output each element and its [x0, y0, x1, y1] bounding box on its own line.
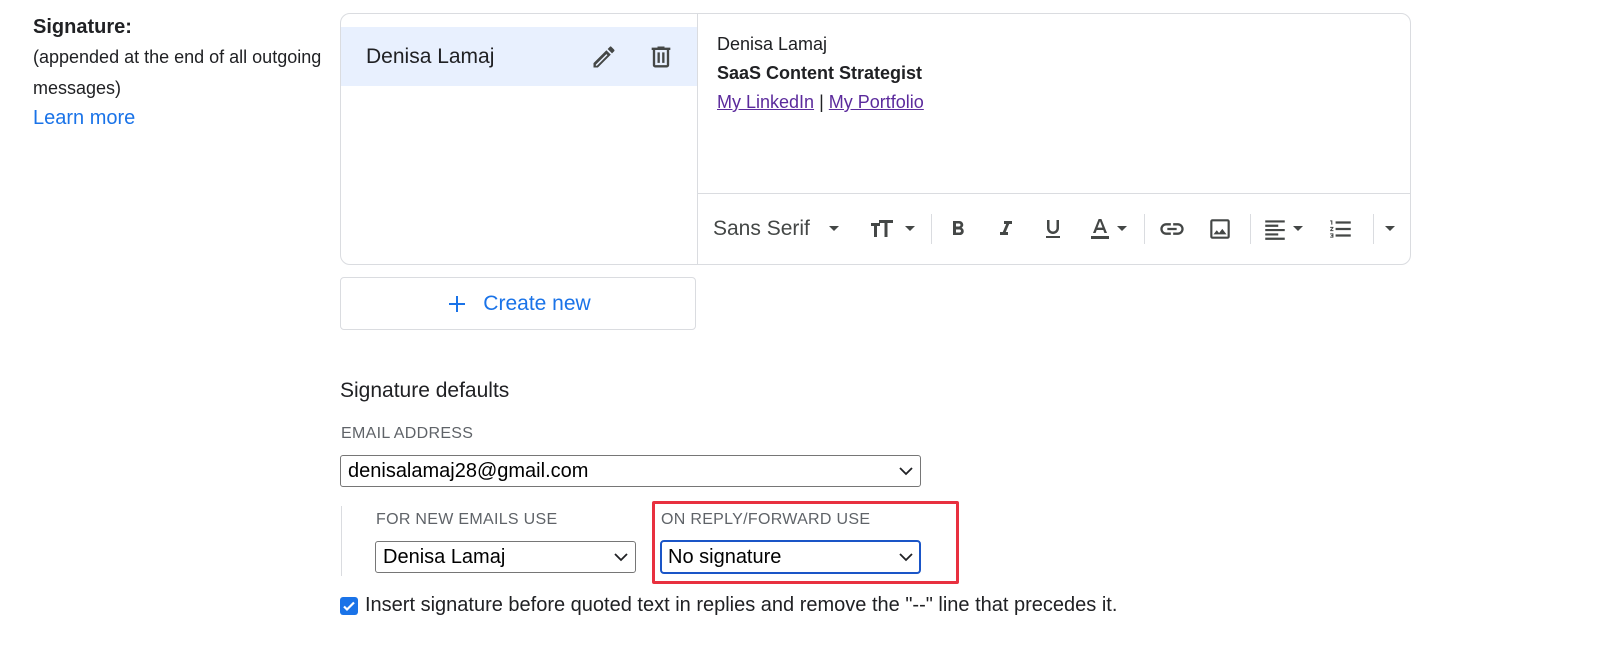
chevron-down-icon	[614, 553, 628, 562]
new-emails-signature-select[interactable]: Denisa Lamaj	[375, 541, 636, 573]
chevron-down-icon	[899, 467, 913, 476]
signature-list-item[interactable]: Denisa Lamaj	[341, 27, 697, 86]
text-color-button[interactable]	[1088, 212, 1128, 246]
signature-role-line: SaaS Content Strategist	[717, 63, 923, 83]
signature-list: Denisa Lamaj	[341, 14, 698, 264]
chevron-down-icon	[899, 553, 913, 562]
bold-icon	[953, 221, 964, 235]
text-size-icon	[871, 220, 893, 237]
align-button[interactable]	[1262, 212, 1304, 246]
learn-more-link[interactable]: Learn more	[33, 104, 135, 132]
signature-editor[interactable]: Denisa Lamaj SaaS Content Strategist My …	[698, 14, 1410, 264]
new-emails-label: FOR NEW EMAILS USE	[376, 511, 558, 528]
portfolio-link[interactable]: My Portfolio	[829, 92, 924, 112]
font-size-button[interactable]	[870, 212, 916, 246]
underline-icon	[1046, 220, 1060, 238]
signature-content[interactable]: Denisa Lamaj SaaS Content Strategist My …	[717, 30, 924, 117]
reply-forward-signature-value: No signature	[668, 546, 782, 568]
pencil-icon[interactable]	[590, 43, 618, 71]
caret-down-icon	[1117, 226, 1127, 231]
caret-down-icon	[1385, 226, 1395, 231]
signature-title: Signature:	[33, 16, 132, 38]
insert-signature-label: Insert signature before quoted text in r…	[365, 594, 1118, 616]
signature-label-column: Signature: (appended at the end of all o…	[33, 14, 338, 132]
defaults-divider	[341, 506, 342, 576]
insert-link-button[interactable]	[1158, 212, 1186, 246]
underline-button[interactable]	[1041, 212, 1065, 246]
caret-down-icon	[905, 226, 915, 231]
italic-icon	[1000, 221, 1012, 235]
numbered-list-icon	[1330, 220, 1351, 238]
checkmark-icon	[343, 601, 355, 611]
numbered-list-button[interactable]	[1328, 212, 1354, 246]
signature-name: Denisa Lamaj	[366, 44, 495, 68]
new-emails-signature-value: Denisa Lamaj	[383, 546, 506, 568]
bold-button[interactable]	[946, 212, 970, 246]
trash-icon[interactable]	[647, 43, 675, 71]
caret-down-icon	[828, 226, 839, 231]
text-color-icon	[1091, 219, 1109, 239]
insert-signature-checkbox[interactable]	[340, 596, 358, 615]
plus-icon	[449, 295, 466, 312]
signature-defaults-title: Signature defaults	[340, 379, 510, 402]
font-family-select[interactable]: Sans Serif	[713, 212, 840, 246]
reply-forward-signature-select[interactable]: No signature	[660, 540, 921, 574]
signature-description: (appended at the end of all outgoing mes…	[33, 47, 322, 98]
linkedin-link[interactable]: My LinkedIn	[717, 92, 814, 112]
more-formatting-button[interactable]	[1384, 212, 1396, 246]
create-new-button[interactable]: Create new	[340, 277, 696, 330]
caret-down-icon	[1293, 226, 1303, 231]
email-address-value: denisalamaj28@gmail.com	[348, 460, 589, 482]
email-address-label: EMAIL ADDRESS	[341, 425, 474, 442]
create-new-label: Create new	[483, 291, 591, 315]
signature-editor-box: Denisa Lamaj Denisa Lamaj SaaS Content S…	[340, 13, 1411, 265]
align-left-icon	[1265, 220, 1285, 240]
link-icon	[1160, 223, 1184, 235]
signature-settings: Signature: (appended at the end of all o…	[0, 0, 1600, 651]
image-icon	[1210, 219, 1230, 239]
italic-button[interactable]	[994, 212, 1018, 246]
signature-links-line: My LinkedIn | My Portfolio	[717, 88, 924, 117]
signature-name-line: Denisa Lamaj	[717, 34, 828, 54]
link-separator: |	[819, 92, 824, 112]
reply-forward-label: ON REPLY/FORWARD USE	[661, 511, 871, 528]
formatting-toolbar: Sans Serif	[698, 193, 1410, 264]
insert-image-button[interactable]	[1207, 212, 1233, 246]
font-family-label: Sans Serif	[713, 217, 810, 240]
email-address-select[interactable]: denisalamaj28@gmail.com	[340, 455, 921, 487]
insert-signature-option: Insert signature before quoted text in r…	[340, 594, 1117, 617]
